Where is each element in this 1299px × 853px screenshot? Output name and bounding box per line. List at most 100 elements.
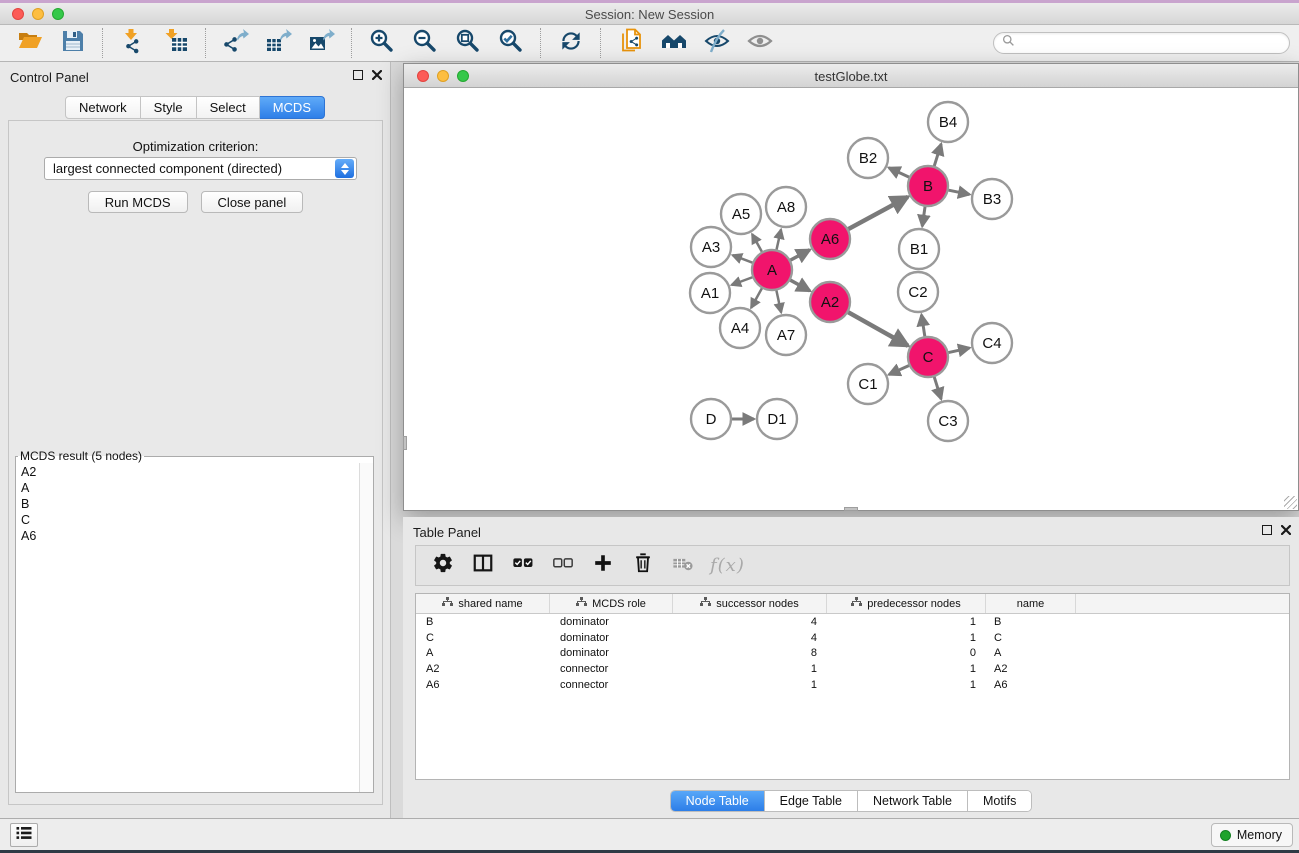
table-cell[interactable]: 4 [673,616,827,628]
float-panel-icon[interactable] [353,70,363,80]
graph-node-D1[interactable]: D1 [757,399,797,439]
criterion-select[interactable]: largest connected component (directed) [44,157,357,180]
table-cell[interactable]: 4 [673,632,827,644]
tab-network-table[interactable]: Network Table [858,791,968,811]
table-cell[interactable]: 1 [827,616,986,628]
table-cell[interactable]: dominator [550,616,673,628]
add-column-button[interactable] [590,553,616,579]
tab-network[interactable]: Network [65,96,141,119]
graph-node-D[interactable]: D [691,399,731,439]
column-header-MCDS-role[interactable]: MCDS role [550,594,673,613]
tab-mcds[interactable]: MCDS [260,96,325,119]
mcds-result-item[interactable]: A2 [16,464,359,480]
graph-node-B4[interactable]: B4 [928,102,968,142]
tab-style[interactable]: Style [141,96,197,119]
mcds-result-item[interactable]: C [16,512,359,528]
table-cell[interactable]: connector [550,679,673,691]
graph-node-A4[interactable]: A4 [720,308,760,348]
refresh-button[interactable] [549,27,592,59]
tab-select[interactable]: Select [197,96,260,119]
table-cell[interactable]: A [416,647,550,659]
table-cell[interactable]: 0 [827,647,986,659]
mcds-list-scrollbar[interactable] [359,463,373,792]
graph-node-B1[interactable]: B1 [899,229,939,269]
search-input[interactable] [1015,34,1289,52]
export-network-button[interactable] [214,27,257,59]
table-cell[interactable]: C [416,632,550,644]
graph-node-C[interactable]: C [908,337,948,377]
graph-node-A8[interactable]: A8 [766,187,806,227]
graph-node-A2[interactable]: A2 [810,282,850,322]
column-header-predecessor-nodes[interactable]: predecessor nodes [827,594,986,613]
export-image-button[interactable] [300,27,343,59]
table-cell[interactable]: B [986,616,1076,628]
table-row[interactable]: Cdominator41C [416,630,1289,646]
graph-node-A6[interactable]: A6 [810,219,850,259]
hide-selected-button[interactable] [695,27,738,59]
graph-node-B[interactable]: B [908,166,948,206]
graph-node-B2[interactable]: B2 [848,138,888,178]
mcds-result-item[interactable]: A6 [16,528,359,544]
delete-column-button[interactable] [630,553,656,579]
table-cell[interactable]: 1 [827,632,986,644]
table-row[interactable]: Adominator80A [416,645,1289,661]
column-header-successor-nodes[interactable]: successor nodes [673,594,827,613]
deselect-all-button[interactable] [550,553,576,579]
settings-button[interactable] [430,553,456,579]
graph-node-C1[interactable]: C1 [848,364,888,404]
mcds-result-item[interactable]: B [16,496,359,512]
graph-node-A[interactable]: A [752,250,792,290]
table-cell[interactable]: A [986,647,1076,659]
table-float-panel-icon[interactable] [1262,525,1272,535]
save-session-button[interactable] [51,27,94,59]
graph-node-B3[interactable]: B3 [972,179,1012,219]
table-cell[interactable]: connector [550,663,673,675]
graph-node-A7[interactable]: A7 [766,315,806,355]
network-bottom-scroll-nub[interactable] [844,507,858,511]
network-resize-grip[interactable] [1284,496,1297,509]
tab-edge-table[interactable]: Edge Table [765,791,858,811]
import-table-button[interactable] [154,27,197,59]
tab-node-table[interactable]: Node Table [671,791,765,811]
first-neighbors-button[interactable] [652,27,695,59]
table-cell[interactable]: A2 [986,663,1076,675]
table-cell[interactable]: 1 [827,663,986,675]
network-window-titlebar[interactable]: testGlobe.txt [404,64,1298,88]
table-cell[interactable]: B [416,616,550,628]
column-header-shared-name[interactable]: shared name [416,594,550,613]
import-network-button[interactable] [111,27,154,59]
open-file-button[interactable] [8,27,51,59]
memory-button[interactable]: Memory [1211,823,1293,847]
graph-node-C4[interactable]: C4 [972,323,1012,363]
table-cell[interactable]: 1 [827,679,986,691]
table-cell[interactable]: 1 [673,663,827,675]
graph-node-A5[interactable]: A5 [721,194,761,234]
table-cell[interactable]: A6 [986,679,1076,691]
export-table-button[interactable] [257,27,300,59]
graph-node-A3[interactable]: A3 [691,227,731,267]
search-field[interactable] [993,32,1290,54]
zoom-selected-button[interactable] [489,27,532,59]
table-cell[interactable]: A6 [416,679,550,691]
table-cell[interactable]: dominator [550,632,673,644]
table-cell[interactable]: dominator [550,647,673,659]
table-row[interactable]: A6connector11A6 [416,677,1289,693]
close-panel-button[interactable]: Close panel [201,191,304,213]
close-panel-icon[interactable] [372,70,382,80]
table-cell[interactable]: A2 [416,663,550,675]
table-row[interactable]: Bdominator41B [416,614,1289,630]
run-mcds-button[interactable]: Run MCDS [88,191,188,213]
new-network-button[interactable] [609,27,652,59]
mcds-result-item[interactable]: A [16,480,359,496]
table-close-panel-icon[interactable] [1281,525,1291,535]
zoom-in-button[interactable] [360,27,403,59]
show-columns-button[interactable] [470,553,496,579]
network-canvas[interactable]: A A1 A3 A4 A5 A7 A8A6 A2 B B1 B2 B3B4 C C1 C2 C3C4 D D1 [404,89,1298,510]
graph-node-C3[interactable]: C3 [928,401,968,441]
graph-node-A1[interactable]: A1 [690,273,730,313]
network-left-scroll-nub[interactable] [403,436,407,450]
graph-node-C2[interactable]: C2 [898,272,938,312]
zoom-out-button[interactable] [403,27,446,59]
zoom-fit-button[interactable] [446,27,489,59]
table-cell[interactable]: 8 [673,647,827,659]
